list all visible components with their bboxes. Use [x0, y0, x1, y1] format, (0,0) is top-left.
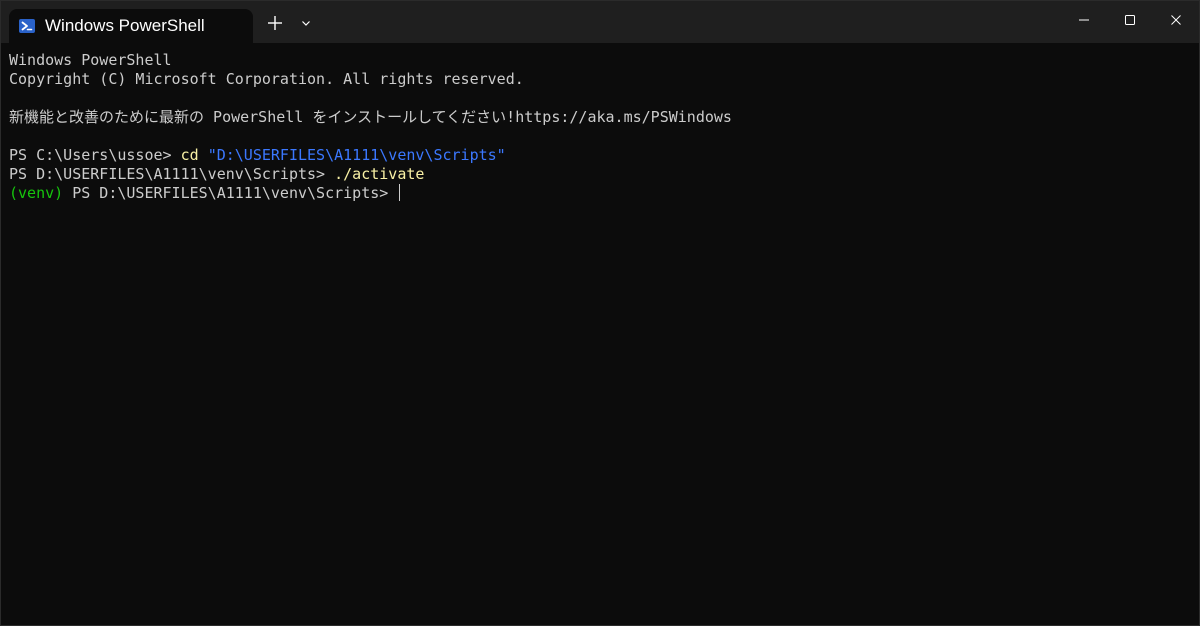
- command: ./activate: [334, 165, 425, 183]
- close-button[interactable]: [1153, 1, 1199, 43]
- tab-title-fade: [211, 17, 235, 37]
- header-line: Windows PowerShell: [9, 51, 172, 69]
- prompt: PS D:\USERFILES\A1111\venv\Scripts>: [63, 184, 398, 202]
- tab-dropdown-button[interactable]: [295, 13, 317, 37]
- command-line-1: PS C:\Users\ussoe> cd "D:\USERFILES\A111…: [9, 146, 1191, 165]
- minimize-button[interactable]: [1061, 1, 1107, 43]
- tab-title: Windows PowerShell: [45, 16, 205, 35]
- title-bar[interactable]: Windows PowerShell: [1, 1, 1199, 43]
- text-cursor: [399, 184, 401, 201]
- venv-indicator: (venv): [9, 184, 64, 202]
- powershell-icon: [19, 18, 35, 34]
- command-line-3[interactable]: (venv) PS D:\USERFILES\A1111\venv\Script…: [9, 184, 1191, 203]
- prompt: PS C:\Users\ussoe>: [9, 146, 181, 164]
- update-notice-line: 新機能と改善のために最新の PowerShell をインストールしてください!h…: [9, 108, 732, 126]
- prompt: PS D:\USERFILES\A1111\venv\Scripts>: [9, 165, 335, 183]
- plus-icon: [267, 15, 283, 36]
- tab-windows-powershell[interactable]: Windows PowerShell: [9, 9, 253, 43]
- command: cd: [180, 146, 199, 164]
- command-line-2: PS D:\USERFILES\A1111\venv\Scripts> ./ac…: [9, 165, 1191, 184]
- copyright-line: Copyright (C) Microsoft Corporation. All…: [9, 70, 524, 88]
- terminal-output[interactable]: Windows PowerShell Copyright (C) Microso…: [1, 43, 1199, 625]
- close-icon: [1170, 13, 1182, 31]
- terminal-window: Windows PowerShell Windows PowerShell Co…: [0, 0, 1200, 626]
- new-tab-button[interactable]: [263, 13, 287, 37]
- maximize-button[interactable]: [1107, 1, 1153, 43]
- command-argument: "D:\USERFILES\A1111\venv\Scripts": [207, 146, 506, 164]
- maximize-icon: [1124, 13, 1136, 31]
- chevron-down-icon: [300, 16, 312, 34]
- minimize-icon: [1078, 13, 1090, 31]
